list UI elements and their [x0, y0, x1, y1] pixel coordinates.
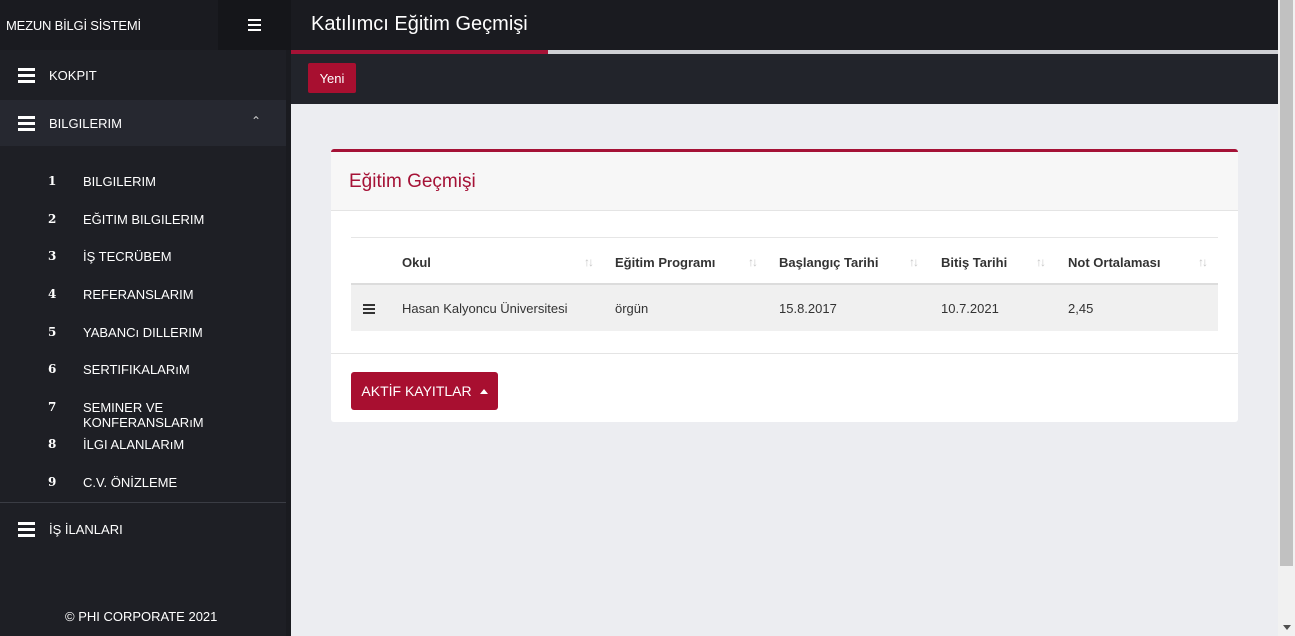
cell-bitis: 10.7.2021 [941, 301, 999, 316]
submenu-item-6[interactable]: 6 SERTIFIKALARıM [0, 350, 286, 387]
submenu-item-7[interactable]: 7 SEMINER VE KONFERANSLARıM [0, 388, 286, 430]
scrollbar-thumb[interactable] [1280, 0, 1293, 566]
submenu-label: EĞITIM BILGILERIM [83, 212, 205, 227]
brand-title: MEZUN BİLGİ SİSTEMİ [6, 18, 141, 33]
cell-not: 2,45 [1068, 301, 1094, 316]
submenu-number: 1 [48, 174, 57, 188]
action-bar: Yeni [291, 54, 1278, 104]
column-header-okul[interactable]: Okul [402, 255, 431, 270]
submenu-label: C.V. ÖNİZLEME [83, 475, 178, 490]
submenu-item-1[interactable]: 1 BILGILERIM [0, 162, 286, 199]
submenu-item-8[interactable]: 8 İLGI ALANLARıM [0, 425, 286, 462]
sidebar-item-bilgilerim[interactable]: BILGILERIM ⌃ [0, 100, 286, 146]
submenu-item-9[interactable]: 9 C.V. ÖNİZLEME [0, 463, 286, 500]
submenu-number: 4 [48, 287, 57, 301]
cell-baslangic: 15.8.2017 [779, 301, 837, 316]
education-history-card: Eğitim Geçmişi Okul ↑↓ Eğitim Programı ↑… [331, 149, 1238, 422]
new-button[interactable]: Yeni [308, 63, 356, 93]
menu-icon [18, 522, 35, 540]
sort-icon[interactable]: ↑↓ [909, 255, 919, 269]
submenu-number: 2 [48, 212, 57, 226]
caret-up-icon [479, 389, 488, 394]
active-records-label: AKTİF KAYITLAR [361, 383, 472, 399]
active-records-button[interactable]: AKTİF KAYITLAR [351, 372, 498, 410]
sidebar-item-label: İŞ İLANLARI [49, 522, 123, 537]
sidebar-item-label: BILGILERIM [49, 116, 122, 131]
submenu-label: İŞ TECRÜBEM [83, 249, 172, 264]
scrollbar[interactable] [1278, 0, 1295, 636]
menu-icon [18, 68, 35, 86]
column-header-not-ortalamasi[interactable]: Not Ortalaması [1068, 255, 1160, 270]
sidebar-item-is-ilanlari[interactable]: İŞ İLANLARI [0, 506, 286, 552]
sidebar-toggle-button[interactable] [218, 0, 291, 50]
menu-icon [248, 19, 261, 34]
column-header-egitim-programi[interactable]: Eğitim Programı [615, 255, 715, 270]
sidebar-divider [0, 502, 286, 503]
submenu-item-3[interactable]: 3 İŞ TECRÜBEM [0, 237, 286, 274]
sidebar-item-label: KOKPIT [49, 68, 97, 83]
table-border [351, 237, 1218, 238]
cell-program: örgün [615, 301, 649, 316]
submenu-number: 9 [48, 475, 57, 489]
column-header-bitis-tarihi[interactable]: Bitiş Tarihi [941, 255, 1007, 270]
sort-icon[interactable]: ↑↓ [584, 255, 594, 269]
submenu-label: BILGILERIM [83, 174, 156, 189]
submenu-item-4[interactable]: 4 REFERANSLARIM [0, 275, 286, 312]
sidebar-item-kokpit[interactable]: KOKPIT [0, 52, 286, 98]
column-header-baslangic-tarihi[interactable]: Başlangıç Tarihi [779, 255, 878, 270]
submenu-number: 5 [48, 325, 57, 339]
sort-icon[interactable]: ↑↓ [1036, 255, 1046, 269]
submenu-item-5[interactable]: 5 YABANCı DILLERIM [0, 313, 286, 350]
sidebar: MEZUN BİLGİ SİSTEMİ KOKPIT BILGILERIM ⌃ … [0, 0, 286, 636]
submenu-label: İLGI ALANLARıM [83, 437, 185, 452]
submenu-number: 7 [48, 400, 57, 414]
submenu-number: 6 [48, 362, 57, 376]
submenu-number: 3 [48, 249, 57, 263]
submenu-number: 8 [48, 437, 57, 451]
submenu-label: SERTIFIKALARıM [83, 362, 190, 377]
chevron-up-icon: ⌃ [251, 114, 262, 128]
table-row[interactable]: Hasan Kalyoncu Üniversitesi örgün 15.8.2… [351, 285, 1218, 331]
menu-icon [18, 116, 35, 134]
card-header: Eğitim Geçmişi [331, 152, 1238, 211]
sort-icon[interactable]: ↑↓ [1198, 255, 1208, 269]
submenu-label: YABANCı DILLERIM [83, 325, 203, 340]
sort-icon[interactable]: ↑↓ [748, 255, 758, 269]
sidebar-edge [286, 50, 291, 636]
scroll-down-arrow-icon[interactable] [1283, 625, 1291, 630]
cell-okul: Hasan Kalyoncu Üniversitesi [402, 301, 568, 316]
sidebar-footer: © PHI CORPORATE 2021 [65, 609, 218, 624]
page-header: Katılımcı Eğitim Geçmişi [291, 0, 1278, 50]
card-footer-divider [331, 353, 1238, 354]
card-title: Eğitim Geçmişi [349, 171, 476, 192]
submenu-label: REFERANSLARIM [83, 287, 194, 302]
page-title: Katılımcı Eğitim Geçmişi [311, 13, 528, 35]
drag-handle-icon[interactable] [363, 304, 375, 316]
submenu-item-2[interactable]: 2 EĞITIM BILGILERIM [0, 200, 286, 237]
